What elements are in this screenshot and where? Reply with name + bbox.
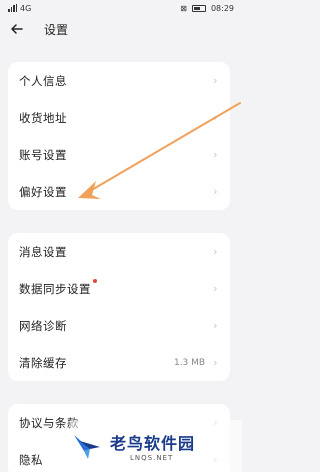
status-left: 4G <box>8 4 31 13</box>
row-personal-info[interactable]: 个人信息 › <box>8 62 230 99</box>
bird-logo-icon <box>74 435 100 459</box>
row-label: 数据同步设置 <box>19 281 91 296</box>
chevron-right-icon: › <box>213 185 218 198</box>
new-badge-dot <box>93 278 97 283</box>
row-preference-settings[interactable]: 偏好设置 › <box>8 173 230 210</box>
row-label: 个人信息 <box>19 73 67 88</box>
row-label: 账号设置 <box>19 147 67 162</box>
row-right: 1.3 MB › <box>174 356 218 369</box>
row-label: 隐私 <box>19 452 43 467</box>
page-title: 设置 <box>44 22 69 37</box>
row-account-settings[interactable]: 账号设置 › <box>8 136 230 173</box>
row-label: 收货地址 <box>19 110 67 125</box>
row-network-diagnosis[interactable]: 网络诊断 › <box>8 307 230 344</box>
watermark: 老鸟软件园 LNQS.NET <box>70 420 242 472</box>
row-label: 偏好设置 <box>19 184 67 199</box>
status-bar: 4G ⊠ 08:29 <box>0 0 242 16</box>
status-right: ⊠ 08:29 <box>180 4 234 13</box>
row-clear-cache[interactable]: 清除缓存 1.3 MB › <box>8 344 230 381</box>
watermark-title: 老鸟软件园 <box>110 434 196 453</box>
settings-group-account: 个人信息 › 收货地址 › 账号设置 › 偏好设置 › <box>8 62 230 210</box>
header: 设置 <box>0 16 242 42</box>
battery-icon <box>191 4 206 12</box>
row-label-wrap: 数据同步设置 <box>19 278 97 297</box>
chevron-right-icon: › <box>213 74 218 87</box>
network-label: 4G <box>20 3 32 13</box>
chevron-right-icon: › <box>213 356 218 369</box>
row-label: 网络诊断 <box>19 318 67 333</box>
row-label: 消息设置 <box>19 244 67 259</box>
watermark-text: 老鸟软件园 LNQS.NET <box>110 430 195 462</box>
row-message-settings[interactable]: 消息设置 › <box>8 233 230 270</box>
row-shipping-address[interactable]: 收货地址 › <box>8 99 230 136</box>
chevron-right-icon: › <box>213 111 218 124</box>
vibrate-icon: ⊠ <box>180 3 187 13</box>
watermark-subtitle: LNQS.NET <box>130 454 174 462</box>
cache-size: 1.3 MB <box>173 357 206 368</box>
signal-icon <box>8 4 17 12</box>
back-arrow-icon[interactable] <box>8 20 26 38</box>
clock: 08:29 <box>210 3 234 13</box>
row-data-sync-settings[interactable]: 数据同步设置 › <box>8 270 230 307</box>
chevron-right-icon: › <box>213 319 218 332</box>
chevron-right-icon: › <box>213 282 218 295</box>
row-label: 清除缓存 <box>19 355 67 370</box>
settings-group-system: 消息设置 › 数据同步设置 › 网络诊断 › 清除缓存 1.3 MB › <box>8 233 230 381</box>
chevron-right-icon: › <box>213 148 218 161</box>
chevron-right-icon: › <box>213 245 218 258</box>
